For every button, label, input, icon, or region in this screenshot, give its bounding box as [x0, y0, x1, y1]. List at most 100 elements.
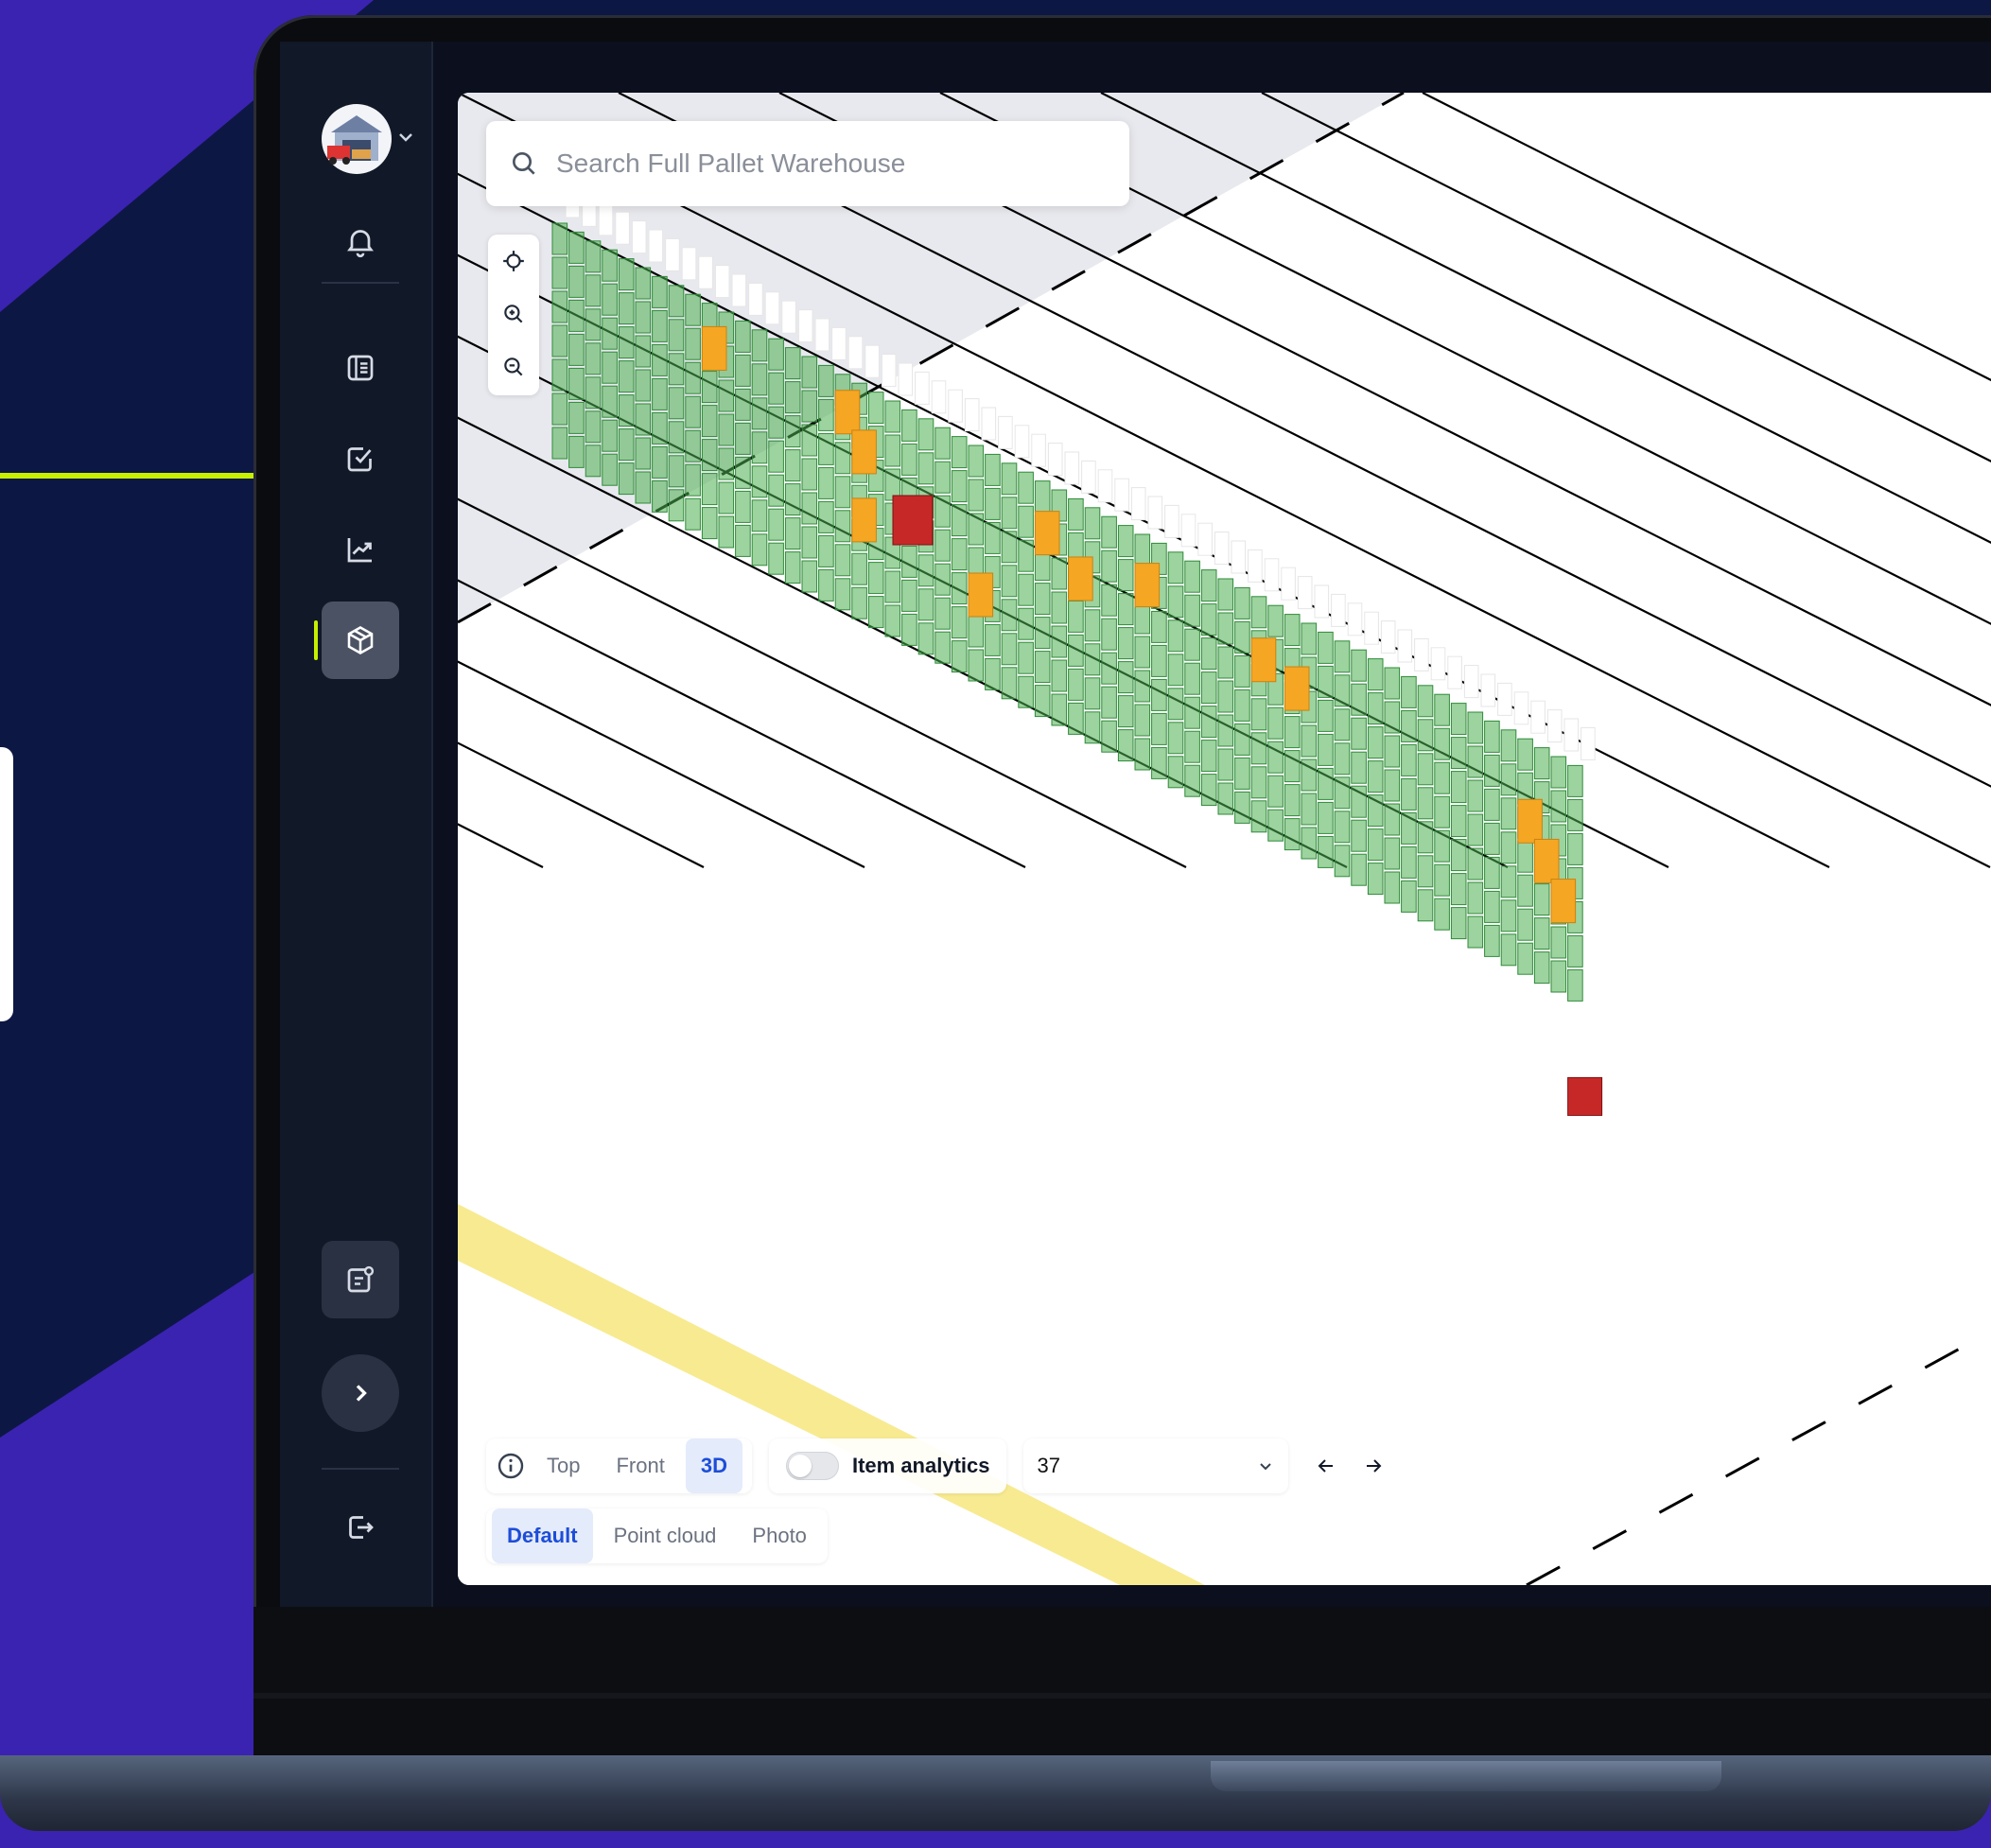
rack-bin — [1018, 573, 1034, 606]
tab-top[interactable]: Top — [532, 1438, 595, 1493]
expand-sidebar-button[interactable] — [322, 1354, 399, 1432]
rack-bin — [618, 462, 635, 496]
sidebar-item-3d-view[interactable] — [322, 601, 399, 679]
rack-bin-empty — [764, 291, 780, 325]
warehouse-scene[interactable] — [458, 93, 1991, 1585]
zoom-out-button[interactable] — [497, 350, 531, 384]
rack-bin — [1018, 607, 1034, 640]
rack-bin — [917, 554, 934, 587]
cube-icon — [347, 626, 374, 654]
rack-bin — [1500, 797, 1517, 830]
rack-bin — [768, 542, 784, 575]
rack-bin — [652, 309, 668, 342]
rack-bin — [751, 397, 768, 430]
rack-bin — [668, 421, 685, 454]
notifications-button[interactable] — [322, 202, 399, 280]
recenter-button[interactable] — [497, 244, 531, 278]
rack-bin — [1367, 658, 1384, 691]
rack-bin — [551, 222, 568, 255]
rack-bin-empty — [1231, 540, 1247, 574]
tab-front[interactable]: Front — [601, 1438, 679, 1493]
aisle-select[interactable]: 37 — [1023, 1438, 1289, 1493]
rack-bin — [652, 445, 668, 479]
rack-bin — [968, 445, 985, 478]
rack-bin — [668, 489, 685, 522]
sidebar-item-list[interactable] — [322, 329, 399, 407]
rack-bin — [1367, 726, 1384, 759]
zoom-in-button[interactable] — [497, 297, 531, 331]
rack-bin — [1117, 729, 1134, 762]
rack-bin — [1351, 717, 1367, 750]
rack-bin — [1334, 811, 1351, 844]
rack-bin — [1200, 603, 1217, 636]
rack-bin — [1018, 539, 1034, 572]
rack-bin — [1151, 712, 1167, 745]
rack-bin — [934, 427, 951, 460]
rack-bin — [1234, 586, 1250, 619]
sidebar-item-analytics[interactable] — [322, 511, 399, 588]
rack-bin — [1384, 871, 1401, 904]
rack-bin-warning — [1517, 798, 1543, 844]
rack-bin — [1434, 795, 1450, 828]
rack-bin-empty — [1297, 576, 1313, 610]
rack-bin — [1184, 628, 1200, 661]
tab-3d[interactable]: 3D — [685, 1438, 742, 1493]
map-tools — [488, 235, 539, 395]
rack-bin — [1200, 671, 1217, 705]
search-bar[interactable] — [486, 121, 1129, 206]
rack-bin — [735, 354, 751, 387]
rack-bin — [768, 508, 784, 541]
logout-button[interactable] — [322, 1489, 399, 1566]
rack-bin — [934, 631, 951, 664]
rack-bin — [1084, 609, 1101, 642]
rack-bin-empty — [915, 371, 930, 405]
rack-bin — [1250, 698, 1267, 731]
info-button[interactable] — [496, 1451, 526, 1481]
sidebar — [280, 42, 433, 1607]
rack-bin — [751, 465, 768, 498]
logout-icon — [349, 1516, 374, 1539]
rack-bin — [1467, 847, 1484, 880]
next-button[interactable] — [1353, 1438, 1395, 1493]
warehouse-avatar-button[interactable] — [320, 102, 414, 178]
rack-bin — [801, 492, 818, 525]
rack-bin — [1034, 583, 1051, 616]
rack-bin — [1134, 636, 1151, 669]
rack-bin — [618, 326, 635, 359]
rack-bin — [1117, 661, 1134, 694]
rack-bin — [1401, 880, 1417, 913]
report-button[interactable] — [322, 1241, 399, 1318]
rack-bin — [1068, 600, 1084, 633]
rack-bin — [951, 436, 968, 469]
rack-bin — [652, 275, 668, 308]
rack-bin — [1533, 883, 1550, 916]
search-input[interactable] — [554, 148, 1088, 180]
tab-photo[interactable]: Photo — [737, 1508, 822, 1563]
sidebar-item-tasks[interactable] — [322, 420, 399, 497]
rack-bin — [834, 442, 851, 475]
rack-bin — [1134, 738, 1151, 771]
rack-bin — [818, 568, 834, 601]
rack-bin-empty — [814, 318, 830, 352]
rack-bin — [1434, 761, 1450, 794]
rack-bin — [735, 422, 751, 455]
item-analytics-toggle[interactable] — [785, 1452, 839, 1480]
rack-bin — [768, 372, 784, 405]
rack-bin — [951, 504, 968, 537]
rack-bin-empty — [1430, 647, 1446, 681]
rack-bin — [818, 432, 834, 465]
rack-bin — [701, 405, 718, 438]
rack-bin — [602, 351, 618, 384]
warehouse-3d-viewport[interactable]: Top Front 3D Item analytics 37 Default — [458, 93, 1991, 1585]
rack-bin-empty — [1513, 691, 1529, 725]
rack-bin — [1001, 599, 1018, 632]
previous-button[interactable] — [1305, 1438, 1348, 1493]
rack-bin — [1001, 497, 1018, 530]
rack-bin — [668, 319, 685, 352]
tab-default[interactable]: Default — [492, 1508, 593, 1563]
rack-bin — [801, 560, 818, 593]
rack-bin — [685, 429, 701, 462]
rack-bin — [1334, 776, 1351, 810]
chart-icon — [347, 538, 372, 563]
tab-point-cloud[interactable]: Point cloud — [599, 1508, 732, 1563]
